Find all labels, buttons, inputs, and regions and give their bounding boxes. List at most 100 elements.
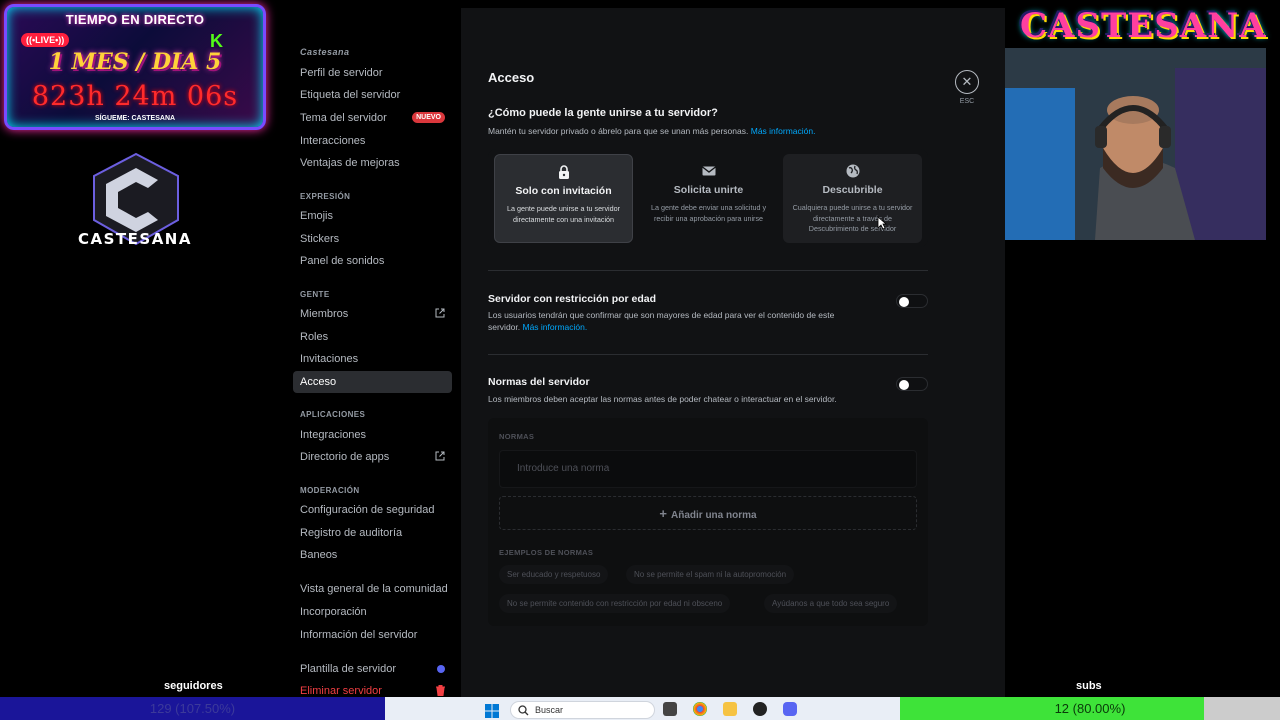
sidebar-item-server-info[interactable]: Información del servidor — [293, 624, 452, 646]
mouse-cursor-icon — [877, 216, 887, 230]
server-rules-desc: Los miembros deben aceptar las normas an… — [488, 394, 837, 404]
sidebar-item-server-tag[interactable]: Etiqueta del servidor — [293, 84, 452, 106]
stream-countdown: 823h 24m 06s — [31, 81, 239, 112]
example-rule-chip[interactable]: Ayúdanos a que todo sea seguro — [764, 594, 898, 613]
join-question-title: ¿Cómo puede la gente unirse a tu servido… — [488, 107, 718, 119]
windows-start-icon[interactable] — [485, 704, 499, 718]
divider — [488, 354, 928, 355]
sidebar-item-boost-perks[interactable]: Ventajas de mejoras — [293, 152, 452, 174]
server-rules-title: Normas del servidor — [488, 376, 590, 388]
cam-title: CASTESANA — [1020, 6, 1267, 46]
search-icon — [518, 705, 529, 716]
add-rule-label: Añadir una norma — [671, 510, 757, 521]
option-desc: La gente puede unirse a tu servidor dire… — [506, 204, 621, 224]
server-name: Castesana — [300, 47, 350, 57]
followers-label: seguidores — [164, 680, 223, 692]
sidebar-item-audit-log[interactable]: Registro de auditoría — [293, 522, 452, 544]
month-day-counter: 1 MES / DIA 5 — [48, 49, 222, 75]
more-info-link[interactable]: Más información. — [751, 126, 816, 136]
rule-input[interactable]: Introduce una norma — [499, 450, 917, 488]
sidebar-item-app-directory[interactable]: Directorio de apps — [293, 446, 452, 468]
trash-icon — [436, 685, 445, 696]
sidebar-item-label: Miembros — [300, 308, 349, 320]
notification-dot-icon — [437, 665, 445, 673]
sidebar-item-access[interactable]: Acceso — [293, 371, 452, 393]
sidebar-item-invites[interactable]: Invitaciones — [293, 348, 452, 370]
toggle-knob — [899, 296, 909, 307]
toggle-knob — [899, 379, 909, 390]
sidebar-item-label: Directorio de apps — [300, 451, 390, 463]
file-explorer-icon[interactable] — [723, 702, 737, 716]
sidebar-item-stickers[interactable]: Stickers — [293, 228, 452, 250]
example-rule-chip[interactable]: No se permite contenido con restricción … — [499, 594, 731, 613]
age-restricted-desc: Los usuarios tendrán que confirmar que s… — [488, 309, 868, 333]
brand-name: CASTESANA — [78, 230, 192, 248]
external-link-icon — [435, 451, 445, 461]
sidebar-item-onboarding[interactable]: Incorporación — [293, 601, 452, 623]
search-placeholder: Buscar — [535, 705, 564, 715]
section-apps: APLICACIONES — [300, 410, 366, 419]
join-options-group: Solo con invitación La gente puede unirs… — [488, 149, 928, 247]
streamer-image — [1005, 48, 1266, 240]
add-rule-button[interactable]: + Añadir una norma — [499, 496, 917, 530]
task-view-icon[interactable] — [663, 702, 677, 716]
mail-icon — [701, 166, 716, 176]
subs-label: subs — [1076, 680, 1102, 692]
sidebar-item-bans[interactable]: Baneos — [293, 544, 452, 566]
sidebar-item-label: Eliminar servidor — [300, 685, 382, 697]
stream-timer-overlay: TIEMPO EN DIRECTO ((•LIVE•)) K 1 MES / D… — [4, 4, 266, 130]
sidebar-item-roles[interactable]: Roles — [293, 326, 452, 348]
sidebar-item-emojis[interactable]: Emojis — [293, 205, 452, 227]
example-rule-chip[interactable]: Ser educado y respetuoso — [499, 565, 609, 584]
esc-label: ESC — [959, 98, 975, 105]
sidebar-item-server-theme[interactable]: Tema del servidor NUEVO — [293, 107, 452, 129]
sidebar-item-server-profile[interactable]: Perfil de servidor — [293, 62, 452, 84]
sidebar-item-members[interactable]: Miembros — [293, 303, 452, 325]
join-question-desc-text: Mantén tu servidor privado o ábrelo para… — [488, 126, 749, 136]
sidebar-item-server-template[interactable]: Plantilla de servidor — [293, 658, 452, 680]
sidebar-item-soundboard[interactable]: Panel de sonidos — [293, 250, 452, 272]
subs-value: 12 (80.00%) — [1054, 701, 1126, 716]
age-more-info-link[interactable]: Más información. — [523, 322, 588, 332]
page-title: Acceso — [488, 70, 535, 85]
sidebar-item-safety-setup[interactable]: Configuración de seguridad — [293, 499, 452, 521]
discord-icon[interactable] — [783, 702, 797, 716]
age-restricted-title: Servidor con restricción por edad — [488, 293, 657, 305]
sidebar-item-integrations[interactable]: Integraciones — [293, 424, 452, 446]
sidebar-item-interactions[interactable]: Interacciones — [293, 130, 452, 152]
new-badge: NUEVO — [412, 112, 445, 123]
obs-icon[interactable] — [753, 702, 767, 716]
example-rule-chip[interactable]: No se permite el spam ni la autopromoció… — [626, 565, 795, 584]
divider — [488, 270, 928, 271]
section-expression: EXPRESIÓN — [300, 192, 351, 201]
external-link-icon — [435, 308, 445, 318]
followers-value: 129 (107.50%) — [149, 701, 236, 716]
close-button[interactable]: ✕ — [955, 70, 979, 94]
option-discoverable[interactable]: Descubrible Cualquiera puede unirse a tu… — [783, 154, 922, 243]
plus-icon: + — [659, 506, 667, 521]
option-title: Descubrible — [822, 184, 883, 196]
option-invite-only[interactable]: Solo con invitación La gente puede unirs… — [494, 154, 633, 243]
section-people: GENTE — [300, 290, 330, 299]
taskbar-search[interactable]: Buscar — [510, 701, 655, 719]
option-apply-to-join[interactable]: Solicita unirte La gente debe enviar una… — [639, 154, 778, 243]
examples-label: EJEMPLOS DE NORMAS — [499, 548, 594, 557]
live-badge: ((•LIVE•)) — [21, 33, 70, 47]
close-icon: ✕ — [961, 74, 973, 89]
sidebar-item-label: Plantilla de servidor — [300, 663, 396, 675]
follow-text: SÍGUEME: CASTESANA — [94, 115, 176, 122]
chrome-icon[interactable] — [693, 702, 707, 716]
timer-title: TIEMPO EN DIRECTO — [65, 12, 205, 27]
rules-label: NORMAS — [499, 432, 535, 441]
section-moderation: MODERACIÓN — [300, 486, 360, 495]
option-title: Solo con invitación — [515, 185, 612, 197]
option-desc: La gente debe enviar una solicitud y rec… — [650, 203, 767, 223]
sidebar-item-label: Tema del servidor — [300, 112, 387, 124]
join-question-desc: Mantén tu servidor privado o ábrelo para… — [488, 126, 815, 136]
sidebar-item-community-overview[interactable]: Vista general de la comunidad — [293, 578, 452, 600]
option-desc: Cualquiera puede unirse a tu servidor di… — [792, 203, 913, 233]
lock-icon — [558, 165, 569, 179]
server-rules-toggle[interactable] — [896, 377, 928, 391]
age-restricted-toggle[interactable] — [896, 294, 928, 308]
globe-icon — [846, 164, 859, 178]
